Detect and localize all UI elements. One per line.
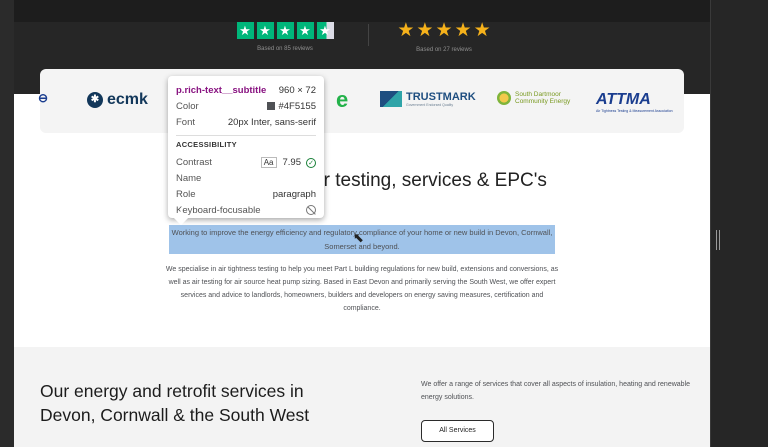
inspector-tooltip: p.rich-text__subtitle 960 × 72 Color #4F… (168, 76, 324, 226)
services-title: Our energy and retrofit services in Devo… (40, 381, 310, 425)
logo-mark-icon: ⊖ (38, 91, 49, 105)
trustpilot-review[interactable]: ★ ★ ★ ★ ★ Based on 85 reviews (226, 22, 344, 52)
partial-logo: ⊖ (38, 91, 48, 105)
not-focusable-icon (306, 205, 316, 215)
intro-paragraph: We specialise in air tightness testing t… (165, 266, 559, 312)
google-stars: ★ ★ ★ ★ ★ (389, 20, 499, 41)
devtools-side-panel (710, 0, 768, 447)
trustmark-logo: TRUSTMARK Government Endorsed Quality (380, 91, 476, 107)
contrast-aa-icon: Aa (260, 156, 277, 168)
google-review[interactable]: ★ ★ ★ ★ ★ Based on 27 reviews (389, 20, 499, 53)
south-dartmoor-logo: South Dartmoor Community Energy (497, 91, 575, 105)
attma-logo: ATTMA Air Tightness Testing & Measuremen… (596, 91, 673, 113)
inspector-selector: p.rich-text__subtitle (176, 84, 267, 96)
trustpilot-review-count: Based on 85 reviews (257, 46, 313, 52)
mouse-cursor-icon: ⬉ (353, 230, 364, 245)
star-icon: ★ (435, 20, 453, 41)
inspector-color: #4F5155 (267, 101, 316, 112)
all-services-button[interactable]: All Services (421, 420, 494, 442)
check-icon: ✓ (306, 157, 316, 168)
left-gutter (0, 0, 14, 447)
google-review-count: Based on 27 reviews (416, 47, 472, 53)
browser-viewport: ★ ★ ★ ★ ★ Based on 85 reviews ★ ★ ★ ★ ★ … (0, 0, 768, 447)
star-icon: ★ (473, 20, 491, 41)
sun-icon (497, 91, 511, 105)
accessibility-heading: ACCESSIBILITY (176, 140, 237, 149)
star-icon: ★ (416, 20, 434, 41)
accreditation-logos: ⊖ ✱ ecmk e TRUSTMARK Government Endorsed… (38, 69, 684, 133)
inspector-contrast: Aa 7.95 ✓ (260, 156, 316, 168)
star-icon: ★ (276, 22, 294, 39)
trustpilot-stars: ★ ★ ★ ★ ★ (226, 22, 344, 39)
resize-handle[interactable] (716, 230, 720, 250)
star-icon: ★ (236, 22, 254, 39)
half-star-icon: ★ (316, 22, 334, 39)
trustmark-mark-icon (380, 91, 402, 107)
inspector-dimensions: 960 × 72 (278, 84, 316, 96)
ecmk-mark-icon: ✱ (87, 92, 103, 108)
star-icon: ★ (296, 22, 314, 39)
web-page: ★ ★ ★ ★ ★ Based on 85 reviews ★ ★ ★ ★ ★ … (14, 0, 710, 447)
services-section: Our energy and retrofit services in Devo… (14, 347, 710, 447)
ee-logo: e (336, 87, 349, 112)
star-icon: ★ (397, 20, 415, 41)
color-swatch-icon (267, 101, 276, 110)
star-icon: ★ (454, 20, 472, 41)
ecmk-logo: ✱ ecmk (87, 91, 148, 109)
services-description: We offer a range of services that cover … (421, 381, 691, 401)
inspector-font: 20px Inter, sans-serif (227, 116, 316, 128)
star-icon: ★ (256, 22, 274, 39)
inspector-role: paragraph (272, 188, 316, 200)
